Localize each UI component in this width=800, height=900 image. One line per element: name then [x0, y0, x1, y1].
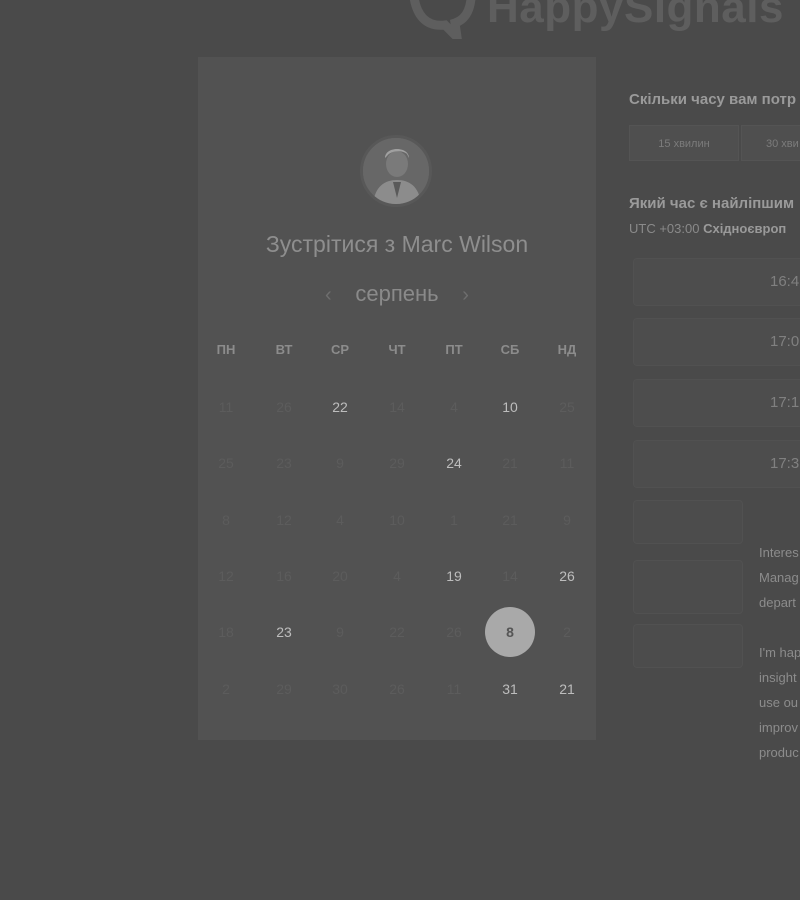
- calendar-grid: 11 26 22 14 4 10 25 25 23 9 29 24 21 11 8 12 4 10 1 21 9 12 16…: [198, 57, 596, 740]
- timezone-name: Східноєвроп: [703, 221, 787, 236]
- description-line: Manag: [759, 570, 799, 585]
- time-slot-label: 17:3: [770, 455, 800, 472]
- calendar-day-available[interactable]: 22: [320, 395, 360, 419]
- calendar-day-unavailable: 9: [563, 512, 571, 528]
- duration-question: Скільки часу вам потр: [629, 91, 797, 108]
- calendar-day-unavailable: 21: [502, 455, 518, 471]
- calendar-day-unavailable: 4: [336, 512, 344, 528]
- time-slot-label: 17:0: [770, 333, 800, 350]
- calendar-day-unavailable: 14: [502, 568, 518, 584]
- form-field-box[interactable]: [633, 560, 743, 614]
- calendar-day-unavailable: 11: [218, 399, 234, 415]
- calendar-day-unavailable: 2: [563, 624, 571, 640]
- description-line: produc: [759, 745, 799, 760]
- time-slot-label: 17:1: [770, 394, 800, 411]
- timezone-offset: UTC +03:00: [629, 221, 700, 236]
- calendar-day-unavailable: 25: [218, 455, 234, 471]
- calendar-day-available[interactable]: 10: [490, 395, 530, 419]
- duration-options: 15 хвилин 30 хви: [629, 125, 800, 161]
- calendar-day-unavailable: 22: [389, 624, 405, 640]
- description-line: I'm hap: [759, 645, 800, 660]
- calendar-day-unavailable: 9: [336, 455, 344, 471]
- description-line: improv: [759, 720, 799, 735]
- calendar-day-unavailable: 30: [332, 681, 348, 697]
- time-slot[interactable]: 17:3: [633, 440, 800, 488]
- calendar-day-unavailable: 29: [276, 681, 292, 697]
- description-line: depart: [759, 595, 796, 610]
- calendar-day-unavailable: 2: [222, 681, 230, 697]
- time-slot[interactable]: 17:1: [633, 379, 800, 427]
- calendar-day-unavailable: 29: [389, 455, 405, 471]
- calendar-day-unavailable: 4: [393, 568, 401, 584]
- calendar-day-unavailable: 26: [276, 399, 292, 415]
- calendar-day-available[interactable]: 26: [547, 564, 587, 588]
- calendar-day-unavailable: 4: [450, 399, 458, 415]
- time-slot-label: 16:4: [770, 273, 800, 290]
- calendar-day-unavailable: 25: [559, 399, 575, 415]
- description-paragraph-2: I'm hap insight use ou improv produc: [759, 640, 800, 765]
- time-slot[interactable]: 16:4: [633, 258, 800, 306]
- description-line: use ou: [759, 695, 799, 710]
- calendar-day-unavailable: 26: [446, 624, 462, 640]
- calendar-day-available[interactable]: 24: [434, 451, 474, 475]
- timezone-label[interactable]: UTC +03:00 Східноєвроп: [629, 221, 786, 236]
- duration-option[interactable]: 30 хви: [741, 125, 800, 161]
- calendar-day-selected[interactable]: 8: [485, 607, 535, 657]
- speech-bubble-logo-icon: [405, 0, 477, 39]
- time-slot[interactable]: 17:0: [633, 318, 800, 366]
- calendar-day-unavailable: 12: [276, 512, 292, 528]
- calendar-day-unavailable: 18: [218, 624, 234, 640]
- calendar-day-available[interactable]: 31: [490, 677, 530, 701]
- calendar-day-unavailable: 26: [389, 681, 405, 697]
- calendar-day-unavailable: 21: [502, 512, 518, 528]
- calendar-day-unavailable: 1: [450, 512, 458, 528]
- calendar-day-unavailable: 11: [559, 455, 575, 471]
- booking-details: Скільки часу вам потр 15 хвилин 30 хви Я…: [629, 0, 800, 900]
- form-field-box[interactable]: [633, 500, 743, 544]
- calendar-day-unavailable: 14: [389, 399, 405, 415]
- calendar-day-unavailable: 16: [276, 568, 292, 584]
- calendar-day-unavailable: 10: [389, 512, 405, 528]
- calendar-day-unavailable: 12: [218, 568, 234, 584]
- calendar-day-available[interactable]: 19: [434, 564, 474, 588]
- calendar-day-unavailable: 23: [276, 455, 292, 471]
- calendar-day-available[interactable]: 23: [264, 620, 304, 644]
- duration-option[interactable]: 15 хвилин: [629, 125, 739, 161]
- time-question: Який час є найліпшим: [629, 195, 795, 212]
- calendar-day-unavailable: 9: [336, 624, 344, 640]
- calendar-day-unavailable: 11: [446, 681, 462, 697]
- calendar-day-available[interactable]: 21: [547, 677, 587, 701]
- form-field-box[interactable]: [633, 624, 743, 668]
- description-line: Interes: [759, 545, 799, 560]
- calendar-day-unavailable: 20: [332, 568, 348, 584]
- description-line: insight: [759, 670, 797, 685]
- description-paragraph-1: Interes Manag depart: [759, 540, 800, 615]
- scheduler-panel: Зустрітися з Marc Wilson ‹ серпень › ПН ВТ С…: [198, 57, 596, 740]
- calendar-day-unavailable: 8: [222, 512, 230, 528]
